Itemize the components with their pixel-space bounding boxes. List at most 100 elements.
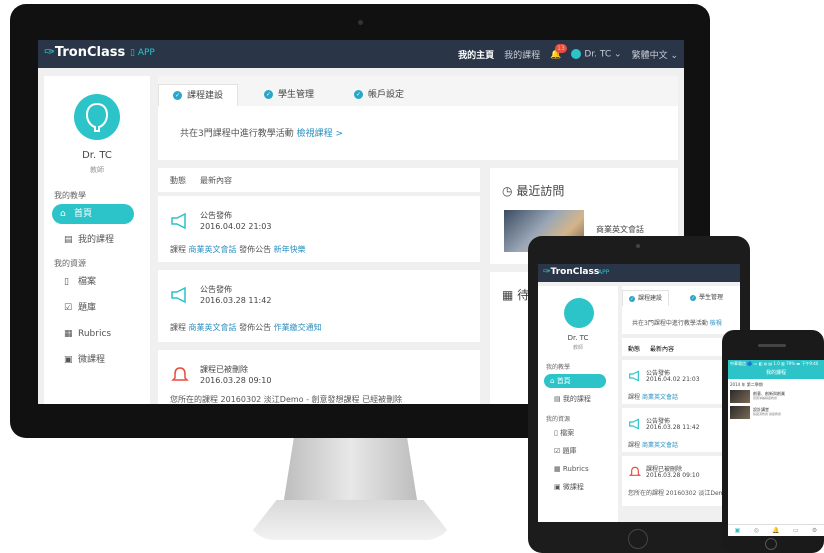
ipad-sidebar-item-rubrics[interactable]: ▦ Rubrics: [548, 462, 610, 476]
feed-item-date: 2016.03.28 09:10: [200, 376, 272, 385]
view-courses-link[interactable]: 檢視課程 >: [297, 129, 343, 139]
course-link[interactable]: 商業英文會話: [642, 442, 678, 449]
detail-prefix: 課程: [628, 394, 641, 401]
compass-tab-icon[interactable]: ◎: [754, 527, 759, 534]
ipad-tabs-card: ✓ 課程建設 ✓ 學生管理 共在3門課程中進行教學活動 檢視: [622, 286, 740, 334]
logo-text: TronClass: [550, 267, 600, 277]
nav-right-group: 我的主頁 我的課程 🔔 13 Dr. TC ⌄ 繁體中文 ⌄: [458, 43, 678, 61]
user-name: Dr. TC: [584, 49, 612, 60]
recent-visits-title: ◷ 最近訪問: [502, 182, 564, 199]
course-link[interactable]: 商業英文會話: [189, 245, 237, 254]
sidebar-item-home[interactable]: ⌂ 首頁: [52, 204, 134, 224]
feed-tab-activity[interactable]: 動態: [628, 344, 640, 353]
feed-item-date: 2016.03.28 09:10: [646, 472, 700, 479]
feed-item-date: 2016.03.28 11:42: [646, 424, 700, 431]
home-icon: ⌂: [550, 377, 555, 385]
ipad-app-link[interactable]: APP: [598, 269, 609, 276]
ipad-profile-role: 教師: [572, 345, 583, 351]
phone-speaker: [758, 344, 786, 347]
tab-student-management[interactable]: ✓ 學生管理: [250, 84, 328, 106]
feed-item[interactable]: 公告發佈 2016.03.28 11:42 課程 商業英文會話 發佈公告 作業繳…: [158, 270, 480, 342]
sidebar-item-label: 題庫: [562, 447, 577, 455]
ipad-sidebar-item-micro[interactable]: ▣ 微課程: [548, 480, 610, 494]
feed-item-date: 2016.03.28 11:42: [200, 296, 272, 305]
book-icon: ▤: [64, 235, 73, 245]
feed-item[interactable]: 公告發佈 2016.04.02 21:03 課程 商業英文會話 發佈公告 新年快…: [158, 196, 480, 262]
inbox-tab-icon[interactable]: ▭: [793, 527, 799, 534]
detail-action: 發佈公告: [239, 323, 272, 332]
sidebar-item-label: 我的課程: [78, 235, 115, 245]
sidebar: Dr. TC 教師 我的教學 ⌂ 首頁 ▤ 我的課程 我的資源 ▯ 檔案 ☑ 題庫 ▦ R…: [44, 76, 150, 404]
phone-home-button[interactable]: [765, 538, 777, 550]
user-avatar: [571, 49, 582, 60]
imac-camera: [358, 20, 363, 25]
nav-my-home[interactable]: 我的主頁: [458, 48, 494, 61]
view-courses-link[interactable]: 檢視: [710, 320, 722, 327]
calendar-icon: ▦: [502, 288, 514, 302]
sidebar-item-files[interactable]: ▯ 檔案: [56, 272, 138, 292]
language-select[interactable]: 繁體中文 ⌄: [632, 48, 678, 61]
bell-tab-icon[interactable]: 🔔: [772, 527, 779, 534]
notifications-button[interactable]: 🔔 13: [550, 43, 567, 60]
announcement-link[interactable]: 作業繳交通知: [274, 323, 322, 332]
megaphone-icon: [171, 286, 186, 304]
feed-tab-latest[interactable]: 最新內容: [650, 344, 674, 353]
bell-icon: [628, 466, 642, 476]
sidebar-item-label: Rubrics: [78, 329, 112, 339]
ipad-tab-student-management[interactable]: ✓ 學生管理: [684, 290, 729, 306]
nav-my-courses[interactable]: 我的課程: [504, 48, 540, 61]
courses-tab-icon[interactable]: ▣: [735, 527, 741, 534]
ipad-profile-avatar[interactable]: [564, 298, 594, 328]
feed-item[interactable]: 課程已被刪除 2016.03.28 09:10 您所在的課程 20160302 …: [158, 350, 480, 404]
ipad-device: ✑TronClass APP Dr. TC 教師 我的教學 ⌂ 首頁 ▤ 我的課…: [528, 236, 750, 553]
sidebar-item-my-courses[interactable]: ▤ 我的課程: [56, 230, 138, 250]
check-circle-icon: ✓: [690, 294, 696, 301]
ipad-tab-course-building[interactable]: ✓ 課程建設: [622, 290, 670, 306]
tab-label: 學生管理: [699, 294, 724, 301]
user-menu[interactable]: Dr. TC ⌄: [571, 49, 622, 60]
ipad-sidebar-item-home[interactable]: ⌂ 首頁: [544, 374, 606, 388]
phone-tab-bar: ▣ ◎ 🔔 ▭ ⚙: [728, 524, 824, 536]
app-label: APP: [137, 48, 155, 58]
ipad-sidebar-item-question-bank[interactable]: ☑ 題庫: [548, 444, 610, 458]
ipad-logo[interactable]: ✑TronClass: [543, 267, 599, 277]
bell-icon: [171, 367, 189, 381]
ipad-section-teaching: 我的教學: [546, 364, 571, 371]
ipad-sidebar: Dr. TC 教師 我的教學 ⌂ 首頁 ▤ 我的課程 我的資源 ▯ 檔案 ☑ 題…: [538, 286, 618, 522]
tab-course-building[interactable]: ✓ 課程建設: [158, 84, 239, 106]
tab-account-settings[interactable]: ✓ 帳戶設定: [340, 84, 418, 106]
tronclass-logo[interactable]: ✑TronClass: [44, 45, 125, 60]
phone-course-row[interactable]: 創意、創新與創業 劉蕭淨麗講座教授: [730, 390, 822, 404]
recent-course-name[interactable]: 商業英文會話: [596, 224, 644, 235]
section-my-teaching: 我的教學: [54, 191, 86, 200]
app-link[interactable]: ▯ APP: [130, 48, 155, 58]
announcement-link[interactable]: 新年快樂: [274, 245, 306, 254]
language-label: 繁體中文: [631, 51, 668, 61]
sidebar-item-rubrics[interactable]: ▦ Rubrics: [56, 324, 138, 344]
course-link[interactable]: 商業英文會話: [642, 394, 678, 401]
course-teacher: 陳國源教授 講座教授: [753, 412, 781, 416]
ipad-sidebar-item-files[interactable]: ▯ 檔案: [548, 426, 610, 440]
ipad-home-button[interactable]: [628, 529, 648, 549]
sidebar-item-label: 題庫: [78, 303, 97, 313]
detail-prefix: 課程: [628, 442, 641, 449]
sidebar-item-micro-course[interactable]: ▣ 微課程: [56, 350, 138, 370]
course-thumbnail: [730, 406, 750, 419]
feed-tab-latest[interactable]: 最新內容: [200, 175, 232, 186]
course-tabs-card: ✓ 課程建設 ✓ 學生管理 ✓ 帳戶設定 共在3門課程中進行教學活動 檢視課程 >: [158, 76, 678, 160]
feed-item-date: 2016.04.02 21:03: [646, 376, 700, 383]
feed-item-title: 公告發佈: [200, 285, 232, 294]
phone-course-row[interactable]: 設計講堂 陳國源教授 講座教授: [730, 406, 822, 420]
sidebar-item-question-bank[interactable]: ☑ 題庫: [56, 298, 138, 318]
sidebar-item-label: 檔案: [560, 429, 575, 437]
course-link[interactable]: 商業英文會話: [189, 323, 237, 332]
feed-item-detail: 課程 商業英文會話 發佈公告 作業繳交通知: [170, 322, 322, 333]
feed-item-detail: 課程 商業英文會話: [628, 440, 678, 449]
ipad-sidebar-item-my-courses[interactable]: ▤ 我的課程: [548, 392, 610, 406]
feed-tab-activity[interactable]: 動態: [170, 175, 186, 186]
mobile-icon: ▯: [130, 48, 135, 58]
sidebar-item-label: Rubrics: [562, 465, 589, 473]
settings-tab-icon[interactable]: ⚙: [812, 527, 817, 534]
profile-avatar[interactable]: [74, 94, 120, 140]
video-icon: ▣: [554, 483, 561, 491]
